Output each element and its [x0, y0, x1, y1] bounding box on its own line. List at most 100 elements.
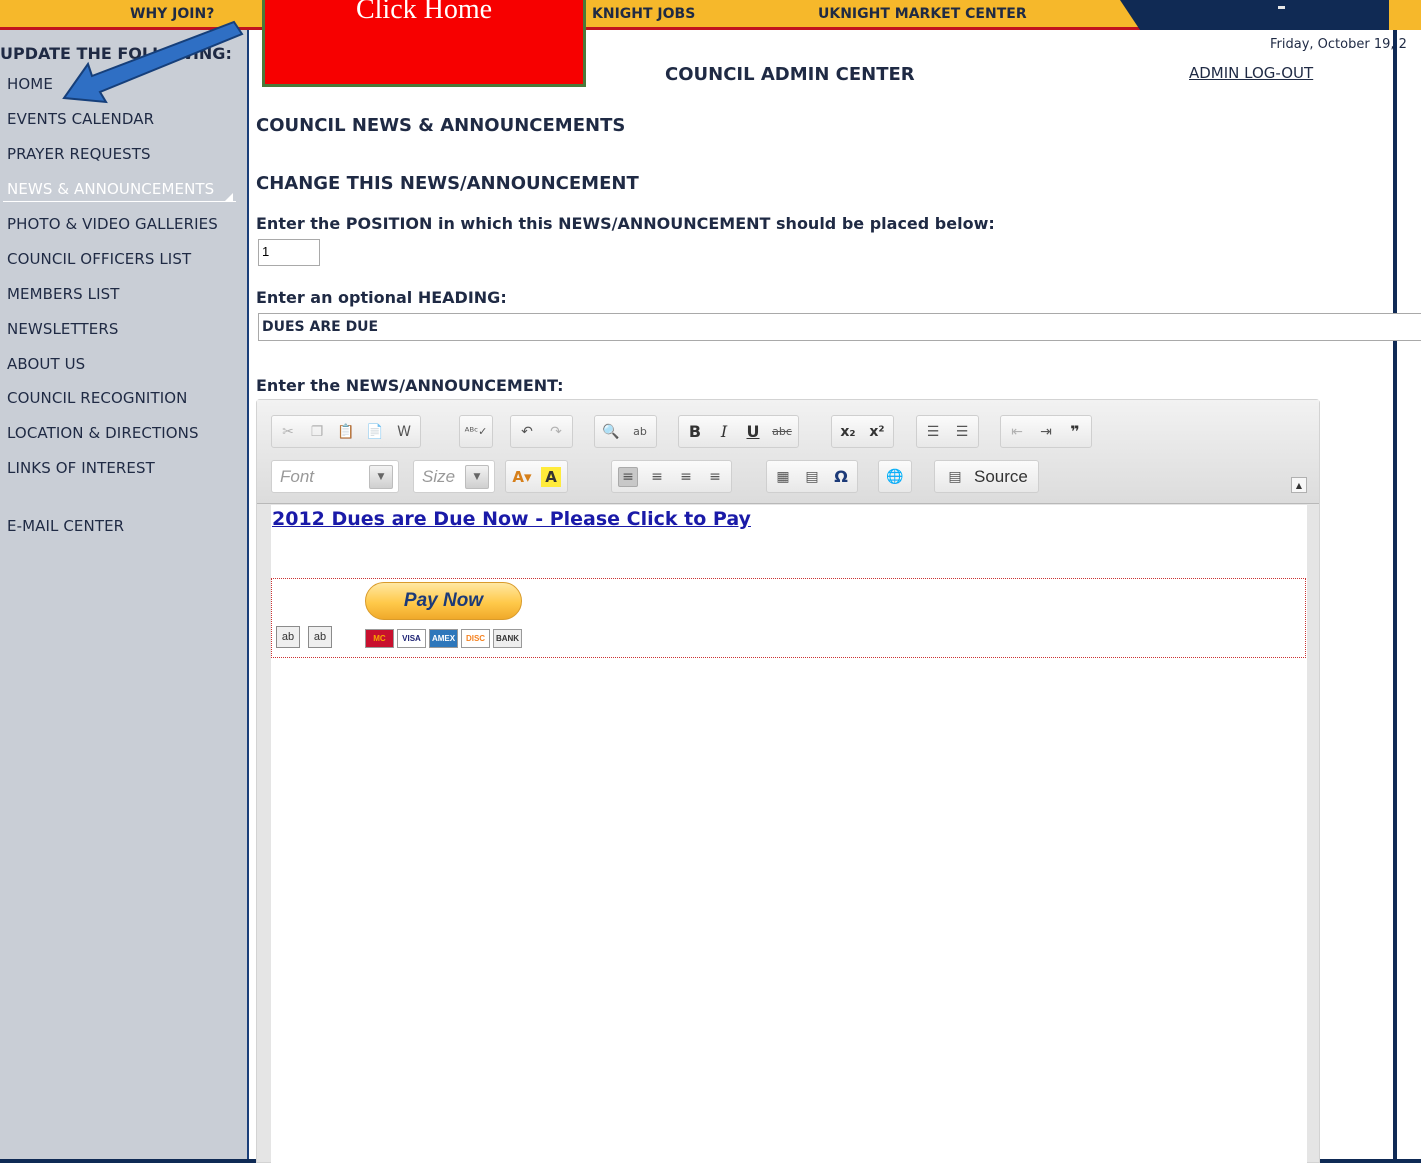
sidebar-item-prayer-requests[interactable]: PRAYER REQUESTS — [7, 145, 151, 163]
paypal-form-box: Pay Now ab ab MC VISA AMEX DISC BANK — [271, 578, 1306, 658]
font-select[interactable]: Font ▼ — [271, 460, 399, 493]
undo-icon[interactable]: ↶ — [517, 422, 537, 442]
align-group: ≡ ≡ ≡ ≡ — [611, 460, 732, 493]
redo-icon[interactable]: ↷ — [546, 422, 566, 442]
numbered-list-icon[interactable]: ☰ — [923, 422, 943, 442]
callout-text: Click Home — [355, 0, 493, 25]
background-color-icon[interactable]: A — [541, 466, 561, 487]
undo-group: ↶ ↷ — [510, 415, 573, 448]
paste-word-icon[interactable]: W — [394, 422, 414, 442]
subscript-icon[interactable]: x₂ — [838, 422, 858, 442]
sidebar-item-email-center[interactable]: E-MAIL CENTER — [7, 517, 124, 535]
editor-content-area[interactable]: 2012 Dues are Due Now - Please Click to … — [271, 505, 1307, 1163]
hidden-field-icon[interactable]: ab — [308, 626, 332, 648]
sidebar-item-location-directions[interactable]: LOCATION & DIRECTIONS — [7, 424, 199, 442]
script-group: x₂ x² — [831, 415, 894, 448]
heading-input[interactable]: DUES ARE DUE — [258, 313, 1421, 341]
superscript-icon[interactable]: x² — [867, 422, 887, 442]
align-right-icon[interactable]: ≡ — [676, 467, 696, 487]
sidebar-item-links-of-interest[interactable]: LINKS OF INTEREST — [7, 459, 155, 477]
bank-icon: BANK — [493, 629, 522, 648]
subsection-title: CHANGE THIS NEWS/ANNOUNCEMENT — [256, 173, 639, 194]
hidden-field-icon[interactable]: ab — [276, 626, 300, 648]
source-group: ▤ Source — [934, 460, 1039, 493]
position-input[interactable]: 1 — [258, 239, 320, 266]
nav-right-edge — [1385, 0, 1421, 30]
announcement-label: Enter the NEWS/ANNOUNCEMENT: — [256, 376, 564, 395]
link-icon[interactable]: 🌐 — [885, 467, 905, 487]
insert-group: ▦ ▤ Ω — [766, 460, 858, 493]
sidebar-item-news-announcements[interactable]: NEWS & ANNOUNCEMENTS — [7, 180, 214, 198]
sidebar-item-events-calendar[interactable]: EVENTS CALENDAR — [7, 110, 154, 128]
strikethrough-icon[interactable]: abc — [772, 422, 792, 442]
active-item-arrow-icon — [224, 193, 233, 202]
special-char-icon[interactable]: Ω — [831, 467, 851, 487]
nav-knight-jobs[interactable]: KNIGHT JOBS — [592, 6, 695, 22]
align-left-icon[interactable]: ≡ — [618, 466, 638, 487]
sidebar-item-council-recognition[interactable]: COUNCIL RECOGNITION — [7, 389, 187, 407]
dues-pay-link[interactable]: 2012 Dues are Due Now - Please Click to … — [272, 508, 751, 530]
instruction-callout: Click Home — [262, 0, 586, 87]
right-border-rule — [1393, 30, 1397, 1163]
sidebar-item-photo-video-galleries[interactable]: PHOTO & VIDEO GALLERIES — [7, 215, 218, 233]
active-item-underline — [3, 201, 236, 202]
visa-icon: VISA — [397, 629, 426, 648]
payment-cards: MC VISA AMEX DISC BANK — [365, 629, 522, 648]
nav-banner-dash — [1278, 6, 1285, 9]
bulleted-list-icon[interactable]: ☰ — [952, 422, 972, 442]
size-select[interactable]: Size ▼ — [413, 460, 495, 493]
spellcheck-group: ᴬᴮᶜ✓ — [459, 415, 493, 448]
underline-icon[interactable]: U — [743, 422, 763, 442]
table-icon[interactable]: ▦ — [773, 467, 793, 487]
cut-icon[interactable]: ✂ — [278, 422, 298, 442]
source-button-label[interactable]: Source — [974, 467, 1028, 487]
indent-icon[interactable]: ⇥ — [1036, 422, 1056, 442]
link-group: 🌐 — [878, 460, 912, 493]
page-title: COUNCIL ADMIN CENTER — [665, 64, 915, 85]
clipboard-group: ✂ ❐ 📋 📄 W — [271, 415, 421, 448]
nav-market-center[interactable]: UKNIGHT MARKET CENTER — [818, 6, 1027, 22]
list-group: ☰ ☰ — [916, 415, 979, 448]
italic-icon[interactable]: I — [714, 422, 734, 442]
text-color-icon[interactable]: A▾ — [512, 467, 532, 487]
admin-logout-link[interactable]: ADMIN LOG-OUT — [1189, 64, 1313, 82]
copy-icon[interactable]: ❐ — [307, 422, 327, 442]
editor-toolbar: ✂ ❐ 📋 📄 W ᴬᴮᶜ✓ ↶ ↷ 🔍 ab B I U abc x₂ x² … — [257, 400, 1319, 504]
font-dropdown-arrow-icon[interactable]: ▼ — [369, 464, 393, 489]
sidebar: UPDATE THE FOLLOWING: HOME EVENTS CALEND… — [0, 30, 249, 1163]
align-justify-icon[interactable]: ≡ — [705, 467, 725, 487]
collapse-toolbar-button[interactable]: ▲ — [1291, 477, 1307, 493]
blockquote-icon[interactable]: ❞ — [1065, 422, 1085, 442]
bold-icon[interactable]: B — [685, 422, 705, 442]
discover-icon: DISC — [461, 629, 490, 648]
color-group: A▾ A — [505, 460, 568, 493]
position-label: Enter the POSITION in which this NEWS/AN… — [256, 214, 995, 233]
current-date: Friday, October 19, 2 — [1270, 37, 1407, 52]
paste-icon[interactable]: 📋 — [336, 422, 356, 442]
rich-text-editor: ✂ ❐ 📋 📄 W ᴬᴮᶜ✓ ↶ ↷ 🔍 ab B I U abc x₂ x² … — [256, 399, 1320, 1163]
replace-icon[interactable]: ab — [630, 422, 650, 442]
heading-label: Enter an optional HEADING: — [256, 288, 507, 307]
spellcheck-icon[interactable]: ᴬᴮᶜ✓ — [465, 422, 488, 442]
source-icon[interactable]: ▤ — [945, 467, 965, 487]
section-title: COUNCIL NEWS & ANNOUNCEMENTS — [256, 115, 626, 136]
horizontal-rule-icon[interactable]: ▤ — [802, 467, 822, 487]
size-dropdown-arrow-icon[interactable]: ▼ — [465, 464, 489, 489]
amex-icon: AMEX — [429, 629, 458, 648]
sidebar-item-council-officers-list[interactable]: COUNCIL OFFICERS LIST — [7, 250, 191, 268]
indent-group: ⇤ ⇥ ❞ — [1000, 415, 1092, 448]
size-select-placeholder: Size — [422, 466, 456, 486]
sidebar-item-newsletters[interactable]: NEWSLETTERS — [7, 320, 118, 338]
annotation-arrow-icon — [62, 20, 244, 104]
sidebar-item-about-us[interactable]: ABOUT US — [7, 355, 85, 373]
sidebar-item-members-list[interactable]: MEMBERS LIST — [7, 285, 120, 303]
font-select-placeholder: Font — [280, 466, 315, 486]
nav-dark-banner — [1120, 0, 1385, 30]
sidebar-item-home[interactable]: HOME — [7, 75, 53, 93]
pay-now-button[interactable]: Pay Now — [365, 582, 522, 620]
align-center-icon[interactable]: ≡ — [647, 467, 667, 487]
outdent-icon[interactable]: ⇤ — [1007, 422, 1027, 442]
paste-text-icon[interactable]: 📄 — [365, 422, 385, 442]
mastercard-icon: MC — [365, 629, 394, 648]
find-icon[interactable]: 🔍 — [601, 422, 621, 442]
